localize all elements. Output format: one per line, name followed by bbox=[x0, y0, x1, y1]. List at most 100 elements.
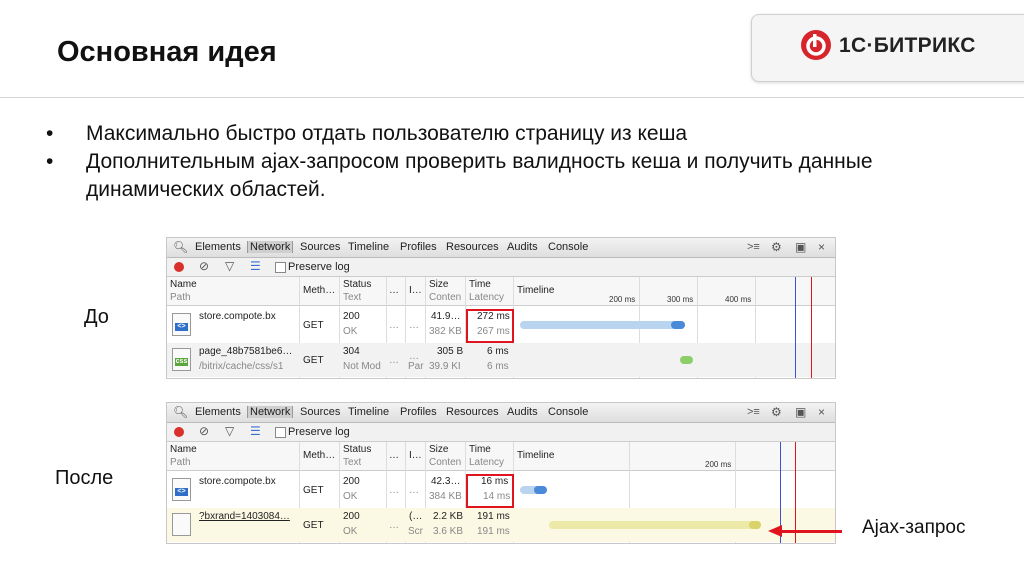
dom-loaded-marker bbox=[795, 277, 796, 378]
header-name[interactable]: Name bbox=[170, 444, 197, 455]
console-icon[interactable]: >≡ bbox=[747, 241, 760, 253]
request-status: 200 bbox=[343, 511, 360, 522]
timeline-bar-waiting bbox=[520, 321, 685, 329]
header-status[interactable]: Status bbox=[343, 444, 371, 455]
header-col4[interactable]: I… bbox=[409, 285, 422, 296]
timeline-tick: 300 ms bbox=[667, 295, 694, 304]
slide-title: Основная идея bbox=[57, 36, 277, 68]
timeline-bar-receiving bbox=[671, 321, 685, 329]
console-icon[interactable]: >≡ bbox=[747, 406, 760, 418]
header-method[interactable]: Meth… bbox=[303, 450, 335, 461]
request-col3: … bbox=[389, 320, 399, 331]
request-status-text: Not Mod bbox=[343, 361, 381, 372]
network-toolbar: ⊘ ▽ ☰ Preserve log bbox=[167, 423, 835, 442]
header-size[interactable]: Size bbox=[429, 279, 448, 290]
tab-profiles[interactable]: Profiles bbox=[400, 406, 437, 418]
request-status: 200 bbox=[343, 476, 360, 487]
label-after: После bbox=[55, 467, 114, 489]
header-time[interactable]: Time bbox=[469, 444, 491, 455]
clear-icon[interactable]: ⊘ bbox=[199, 424, 209, 438]
list-icon[interactable]: ☰ bbox=[250, 424, 261, 438]
header-time[interactable]: Time bbox=[469, 279, 491, 290]
tab-profiles[interactable]: Profiles bbox=[400, 241, 437, 253]
html-file-icon: <> bbox=[172, 313, 191, 336]
tab-timeline[interactable]: Timeline bbox=[348, 406, 389, 418]
bullet-item: • Дополнительным ajax-запросом проверить … bbox=[46, 150, 873, 201]
table-row-ajax[interactable]: ?bxrand=1403084… GET 200 OK … (… Scr 2.2… bbox=[167, 508, 835, 542]
request-latency: 6 ms bbox=[487, 361, 509, 372]
header-col3[interactable]: … bbox=[389, 450, 399, 461]
request-method: GET bbox=[303, 355, 324, 366]
request-status-text: OK bbox=[343, 491, 358, 502]
preserve-log-label: Preserve log bbox=[288, 426, 350, 438]
tab-console[interactable]: Console bbox=[548, 406, 588, 418]
dock-icon[interactable]: ▣ bbox=[795, 240, 806, 254]
request-content: 39.9 KI bbox=[429, 361, 461, 372]
bullet-text: Максимально быстро отдать пользователю с… bbox=[86, 122, 688, 145]
request-method: GET bbox=[303, 520, 324, 531]
request-name[interactable]: store.compote.bx bbox=[199, 476, 276, 487]
tab-audits[interactable]: Audits bbox=[507, 406, 538, 418]
clear-icon[interactable]: ⊘ bbox=[199, 259, 209, 273]
preserve-log-label: Preserve log bbox=[288, 261, 350, 273]
close-icon[interactable]: × bbox=[818, 405, 825, 419]
close-icon[interactable]: × bbox=[818, 240, 825, 254]
tab-network[interactable]: Network bbox=[247, 406, 294, 418]
header-status[interactable]: Status bbox=[343, 279, 371, 290]
header-path: Path bbox=[170, 457, 191, 468]
css-file-icon: css bbox=[172, 348, 191, 371]
arrow-left-icon bbox=[768, 525, 782, 537]
tab-timeline[interactable]: Timeline bbox=[348, 241, 389, 253]
gear-icon[interactable]: ⚙ bbox=[771, 405, 782, 419]
filter-icon[interactable]: ▽ bbox=[225, 259, 234, 273]
request-name[interactable]: ?bxrand=1403084… bbox=[199, 511, 290, 522]
tab-elements[interactable]: Elements bbox=[195, 406, 241, 418]
header-method[interactable]: Meth… bbox=[303, 285, 335, 296]
request-status-text: OK bbox=[343, 326, 358, 337]
header-col4[interactable]: I… bbox=[409, 450, 422, 461]
preserve-log-checkbox[interactable] bbox=[275, 262, 286, 273]
timeline-tick: 200 ms bbox=[609, 295, 636, 304]
ajax-arrow-line bbox=[780, 530, 842, 533]
dock-icon[interactable]: ▣ bbox=[795, 405, 806, 419]
request-col4: … bbox=[409, 485, 419, 496]
header-timeline[interactable]: Timeline bbox=[517, 285, 554, 296]
timeline-tick: 200 ms bbox=[705, 460, 732, 469]
table-row[interactable]: css page_48b7581be6… /bitrix/cache/css/s… bbox=[167, 343, 835, 377]
request-size: 41.9… bbox=[431, 311, 461, 322]
preserve-log-checkbox[interactable] bbox=[275, 427, 286, 438]
request-latency: 191 ms bbox=[477, 526, 510, 537]
time-highlight-box bbox=[466, 309, 514, 343]
tab-elements[interactable]: Elements bbox=[195, 241, 241, 253]
tab-sources[interactable]: Sources bbox=[300, 241, 340, 253]
timeline-bar bbox=[680, 356, 693, 364]
request-name[interactable]: page_48b7581be6… bbox=[199, 346, 292, 357]
header-content: Conten bbox=[429, 457, 462, 468]
blank-file-icon bbox=[172, 513, 191, 536]
bitrix-logo-icon bbox=[801, 30, 831, 60]
record-icon[interactable] bbox=[174, 262, 184, 272]
search-icon[interactable]: 🔍︎ bbox=[173, 405, 188, 419]
header-size[interactable]: Size bbox=[429, 444, 448, 455]
request-col4: … bbox=[409, 320, 419, 331]
tab-sources[interactable]: Sources bbox=[300, 406, 340, 418]
request-col4b: Par bbox=[408, 361, 424, 372]
tab-network[interactable]: Network bbox=[247, 241, 294, 253]
filter-icon[interactable]: ▽ bbox=[225, 424, 234, 438]
tab-audits[interactable]: Audits bbox=[507, 241, 538, 253]
request-time: 6 ms bbox=[487, 346, 509, 357]
search-icon[interactable]: 🔍︎ bbox=[173, 240, 188, 254]
tab-resources[interactable]: Resources bbox=[446, 406, 499, 418]
tab-console[interactable]: Console bbox=[548, 241, 588, 253]
list-icon[interactable]: ☰ bbox=[250, 259, 261, 273]
request-name[interactable]: store.compote.bx bbox=[199, 311, 276, 322]
header-name[interactable]: Name bbox=[170, 279, 197, 290]
gear-icon[interactable]: ⚙ bbox=[771, 240, 782, 254]
record-icon[interactable] bbox=[174, 427, 184, 437]
header-col3[interactable]: … bbox=[389, 285, 399, 296]
tab-resources[interactable]: Resources bbox=[446, 241, 499, 253]
request-col3: … bbox=[389, 520, 399, 531]
request-col3: … bbox=[389, 485, 399, 496]
timeline-bar-receiving bbox=[749, 521, 761, 529]
header-timeline[interactable]: Timeline bbox=[517, 450, 554, 461]
